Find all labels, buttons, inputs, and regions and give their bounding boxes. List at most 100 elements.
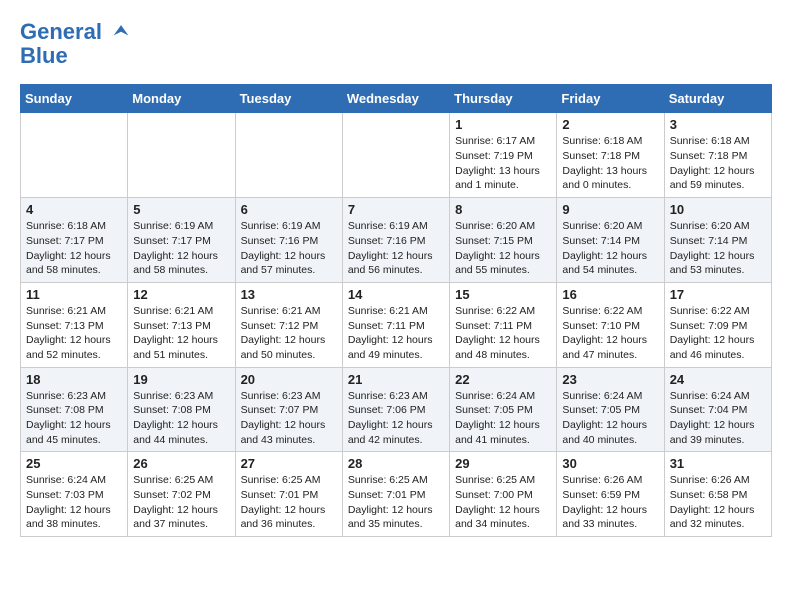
- day-number: 4: [26, 202, 122, 217]
- header-sunday: Sunday: [21, 85, 128, 113]
- calendar-cell: 8 Sunrise: 6:20 AMSunset: 7:15 PMDaylight…: [450, 198, 557, 283]
- header-saturday: Saturday: [664, 85, 771, 113]
- cell-content: Sunrise: 6:18 AMSunset: 7:17 PMDaylight:…: [26, 219, 122, 278]
- page-header: General Blue: [20, 20, 772, 68]
- header-friday: Friday: [557, 85, 664, 113]
- calendar-cell: 24 Sunrise: 6:24 AMSunset: 7:04 PMDayligh…: [664, 367, 771, 452]
- calendar-week-row: 1Sunrise: 6:17 AMSunset: 7:19 PMDaylight…: [21, 113, 772, 198]
- day-number: 15: [455, 287, 551, 302]
- day-number: 13: [241, 287, 337, 302]
- header-tuesday: Tuesday: [235, 85, 342, 113]
- header-monday: Monday: [128, 85, 235, 113]
- day-number: 10: [670, 202, 766, 217]
- calendar-cell: 5 Sunrise: 6:19 AMSunset: 7:17 PMDaylight…: [128, 198, 235, 283]
- calendar-cell: 3 Sunrise: 6:18 AMSunset: 7:18 PMDaylight…: [664, 113, 771, 198]
- cell-content: Sunrise: 6:25 AMSunset: 7:01 PMDaylight:…: [348, 473, 444, 532]
- day-number: 21: [348, 372, 444, 387]
- calendar-cell: 7 Sunrise: 6:19 AMSunset: 7:16 PMDaylight…: [342, 198, 449, 283]
- calendar-cell: 19Sunrise: 6:23 AMSunset: 7:08 PMDayligh…: [128, 367, 235, 452]
- calendar-week-row: 11 Sunrise: 6:21 AMSunset: 7:13 PMDayligh…: [21, 282, 772, 367]
- day-number: 11: [26, 287, 122, 302]
- calendar-cell: [21, 113, 128, 198]
- cell-content: Sunrise: 6:17 AMSunset: 7:19 PMDaylight:…: [455, 134, 551, 193]
- cell-content: Sunrise: 6:20 AMSunset: 7:14 PMDaylight:…: [562, 219, 658, 278]
- calendar-cell: 17 Sunrise: 6:22 AMSunset: 7:09 PMDayligh…: [664, 282, 771, 367]
- day-number: 18: [26, 372, 122, 387]
- calendar-cell: 29 Sunrise: 6:25 AMSunset: 7:00 PMDayligh…: [450, 452, 557, 537]
- calendar-cell: [235, 113, 342, 198]
- calendar-cell: 23Sunrise: 6:24 AMSunset: 7:05 PMDayligh…: [557, 367, 664, 452]
- logo-general: General: [20, 19, 102, 44]
- cell-content: Sunrise: 6:25 AMSunset: 7:00 PMDaylight:…: [455, 473, 551, 532]
- day-number: 7: [348, 202, 444, 217]
- day-number: 27: [241, 456, 337, 471]
- logo-bird-icon: [110, 22, 132, 40]
- calendar-cell: 22Sunrise: 6:24 AMSunset: 7:05 PMDayligh…: [450, 367, 557, 452]
- calendar-cell: 9Sunrise: 6:20 AMSunset: 7:14 PMDaylight…: [557, 198, 664, 283]
- cell-content: Sunrise: 6:18 AMSunset: 7:18 PMDaylight:…: [670, 134, 766, 193]
- day-number: 5: [133, 202, 229, 217]
- cell-content: Sunrise: 6:24 AMSunset: 7:05 PMDaylight:…: [562, 389, 658, 448]
- cell-content: Sunrise: 6:24 AMSunset: 7:05 PMDaylight:…: [455, 389, 551, 448]
- calendar-cell: 30Sunrise: 6:26 AMSunset: 6:59 PMDayligh…: [557, 452, 664, 537]
- logo: General Blue: [20, 20, 132, 68]
- logo-blue: Blue: [20, 44, 132, 68]
- calendar-cell: 1Sunrise: 6:17 AMSunset: 7:19 PMDaylight…: [450, 113, 557, 198]
- day-number: 3: [670, 117, 766, 132]
- day-number: 28: [348, 456, 444, 471]
- day-number: 31: [670, 456, 766, 471]
- calendar-cell: 18 Sunrise: 6:23 AMSunset: 7:08 PMDayligh…: [21, 367, 128, 452]
- calendar-cell: 26Sunrise: 6:25 AMSunset: 7:02 PMDayligh…: [128, 452, 235, 537]
- calendar-cell: 4 Sunrise: 6:18 AMSunset: 7:17 PMDaylight…: [21, 198, 128, 283]
- calendar-header-row: SundayMondayTuesdayWednesdayThursdayFrid…: [21, 85, 772, 113]
- cell-content: Sunrise: 6:24 AMSunset: 7:04 PMDaylight:…: [670, 389, 766, 448]
- calendar-cell: 31 Sunrise: 6:26 AMSunset: 6:58 PMDayligh…: [664, 452, 771, 537]
- cell-content: Sunrise: 6:22 AMSunset: 7:09 PMDaylight:…: [670, 304, 766, 363]
- day-number: 20: [241, 372, 337, 387]
- cell-content: Sunrise: 6:18 AMSunset: 7:18 PMDaylight:…: [562, 134, 658, 193]
- calendar-cell: 10 Sunrise: 6:20 AMSunset: 7:14 PMDayligh…: [664, 198, 771, 283]
- cell-content: Sunrise: 6:23 AMSunset: 7:07 PMDaylight:…: [241, 389, 337, 448]
- day-number: 25: [26, 456, 122, 471]
- cell-content: Sunrise: 6:25 AMSunset: 7:01 PMDaylight:…: [241, 473, 337, 532]
- cell-content: Sunrise: 6:22 AMSunset: 7:11 PMDaylight:…: [455, 304, 551, 363]
- cell-content: Sunrise: 6:23 AMSunset: 7:08 PMDaylight:…: [133, 389, 229, 448]
- calendar-cell: 20 Sunrise: 6:23 AMSunset: 7:07 PMDayligh…: [235, 367, 342, 452]
- day-number: 12: [133, 287, 229, 302]
- cell-content: Sunrise: 6:20 AMSunset: 7:14 PMDaylight:…: [670, 219, 766, 278]
- calendar-cell: 14 Sunrise: 6:21 AMSunset: 7:11 PMDayligh…: [342, 282, 449, 367]
- day-number: 26: [133, 456, 229, 471]
- day-number: 17: [670, 287, 766, 302]
- cell-content: Sunrise: 6:21 AMSunset: 7:11 PMDaylight:…: [348, 304, 444, 363]
- day-number: 24: [670, 372, 766, 387]
- cell-content: Sunrise: 6:19 AMSunset: 7:16 PMDaylight:…: [348, 219, 444, 278]
- calendar-cell: 6Sunrise: 6:19 AMSunset: 7:16 PMDaylight…: [235, 198, 342, 283]
- cell-content: Sunrise: 6:20 AMSunset: 7:15 PMDaylight:…: [455, 219, 551, 278]
- day-number: 8: [455, 202, 551, 217]
- cell-content: Sunrise: 6:23 AMSunset: 7:08 PMDaylight:…: [26, 389, 122, 448]
- cell-content: Sunrise: 6:21 AMSunset: 7:13 PMDaylight:…: [26, 304, 122, 363]
- cell-content: Sunrise: 6:21 AMSunset: 7:12 PMDaylight:…: [241, 304, 337, 363]
- calendar-cell: 27 Sunrise: 6:25 AMSunset: 7:01 PMDayligh…: [235, 452, 342, 537]
- day-number: 2: [562, 117, 658, 132]
- calendar-cell: 28 Sunrise: 6:25 AMSunset: 7:01 PMDayligh…: [342, 452, 449, 537]
- day-number: 29: [455, 456, 551, 471]
- day-number: 30: [562, 456, 658, 471]
- day-number: 14: [348, 287, 444, 302]
- calendar-cell: 21Sunrise: 6:23 AMSunset: 7:06 PMDayligh…: [342, 367, 449, 452]
- calendar-cell: [128, 113, 235, 198]
- calendar-cell: 12 Sunrise: 6:21 AMSunset: 7:13 PMDayligh…: [128, 282, 235, 367]
- calendar-week-row: 25Sunrise: 6:24 AMSunset: 7:03 PMDayligh…: [21, 452, 772, 537]
- cell-content: Sunrise: 6:22 AMSunset: 7:10 PMDaylight:…: [562, 304, 658, 363]
- cell-content: Sunrise: 6:19 AMSunset: 7:17 PMDaylight:…: [133, 219, 229, 278]
- cell-content: Sunrise: 6:26 AMSunset: 6:58 PMDaylight:…: [670, 473, 766, 532]
- day-number: 16: [562, 287, 658, 302]
- calendar-cell: 13 Sunrise: 6:21 AMSunset: 7:12 PMDayligh…: [235, 282, 342, 367]
- calendar-cell: 25Sunrise: 6:24 AMSunset: 7:03 PMDayligh…: [21, 452, 128, 537]
- cell-content: Sunrise: 6:19 AMSunset: 7:16 PMDaylight:…: [241, 219, 337, 278]
- header-thursday: Thursday: [450, 85, 557, 113]
- header-wednesday: Wednesday: [342, 85, 449, 113]
- calendar-cell: 11 Sunrise: 6:21 AMSunset: 7:13 PMDayligh…: [21, 282, 128, 367]
- calendar-week-row: 4 Sunrise: 6:18 AMSunset: 7:17 PMDaylight…: [21, 198, 772, 283]
- cell-content: Sunrise: 6:21 AMSunset: 7:13 PMDaylight:…: [133, 304, 229, 363]
